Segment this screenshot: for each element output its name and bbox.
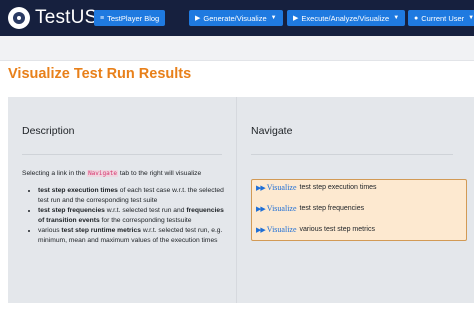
double-arrow-right-icon: ▶▶ [256,226,266,234]
visualize-metrics-link[interactable]: ▶▶ Visualize various test step metrics [256,225,375,234]
description-divider [22,154,222,155]
navigate-code: Navigate [87,170,118,177]
navigate-heading: Navigate [251,125,293,137]
chevron-down-icon: ▼ [393,15,400,21]
testus-logo-icon [8,7,30,29]
play-icon: ▶ [293,15,299,22]
testplayer-blog-button[interactable]: ≡ TestPlayer Blog [94,10,166,26]
double-arrow-right-icon: ▶▶ [256,205,266,213]
column-divider [236,97,237,303]
list-item: test step frequencies w.r.t. selected te… [38,206,232,226]
navigate-divider [251,154,453,155]
rss-icon: ≡ [100,14,105,22]
navigate-links-box: ▶▶ Visualize test step execution times ▶… [251,179,467,241]
visualize-execution-times-link[interactable]: ▶▶ Visualize test step execution times [256,183,377,192]
user-icon: ● [414,14,419,22]
description-list: test step execution times of each test c… [22,186,232,246]
description-heading: Description [22,125,75,137]
testplayer-blog-label: TestPlayer Blog [107,13,160,23]
generate-visualize-label: Generate/Visualize [203,13,267,23]
list-item: various test step runtime metrics w.r.t.… [38,226,232,246]
description-text: Selecting a link in the Navigate tab to … [22,169,232,246]
execute-analyze-visualize-dropdown[interactable]: ▶ Execute/Analyze/Visualize ▼ [287,10,406,26]
brand-name: TestUS [35,7,98,28]
play-icon: ▶ [195,15,201,22]
current-user-dropdown[interactable]: ● Current User ▼ [408,10,474,26]
double-arrow-right-icon: ▶▶ [256,184,266,192]
generate-visualize-dropdown[interactable]: ▶ Generate/Visualize ▼ [189,10,283,26]
execute-analyze-visualize-label: Execute/Analyze/Visualize [301,13,390,23]
description-intro: Selecting a link in the Navigate tab to … [22,170,202,177]
page-title: Visualize Test Run Results [8,66,192,82]
chevron-down-icon: ▼ [270,15,277,21]
chevron-down-icon: ▼ [468,15,474,21]
top-navbar: TestUS ≡ TestPlayer Blog ▶ Generate/Visu… [0,0,474,36]
sub-navbar [0,36,474,61]
visualize-frequencies-link[interactable]: ▶▶ Visualize test step frequencies [256,204,364,213]
current-user-label: Current User [421,13,465,23]
brand[interactable]: TestUS [8,6,97,30]
list-item: test step execution times of each test c… [38,186,232,206]
